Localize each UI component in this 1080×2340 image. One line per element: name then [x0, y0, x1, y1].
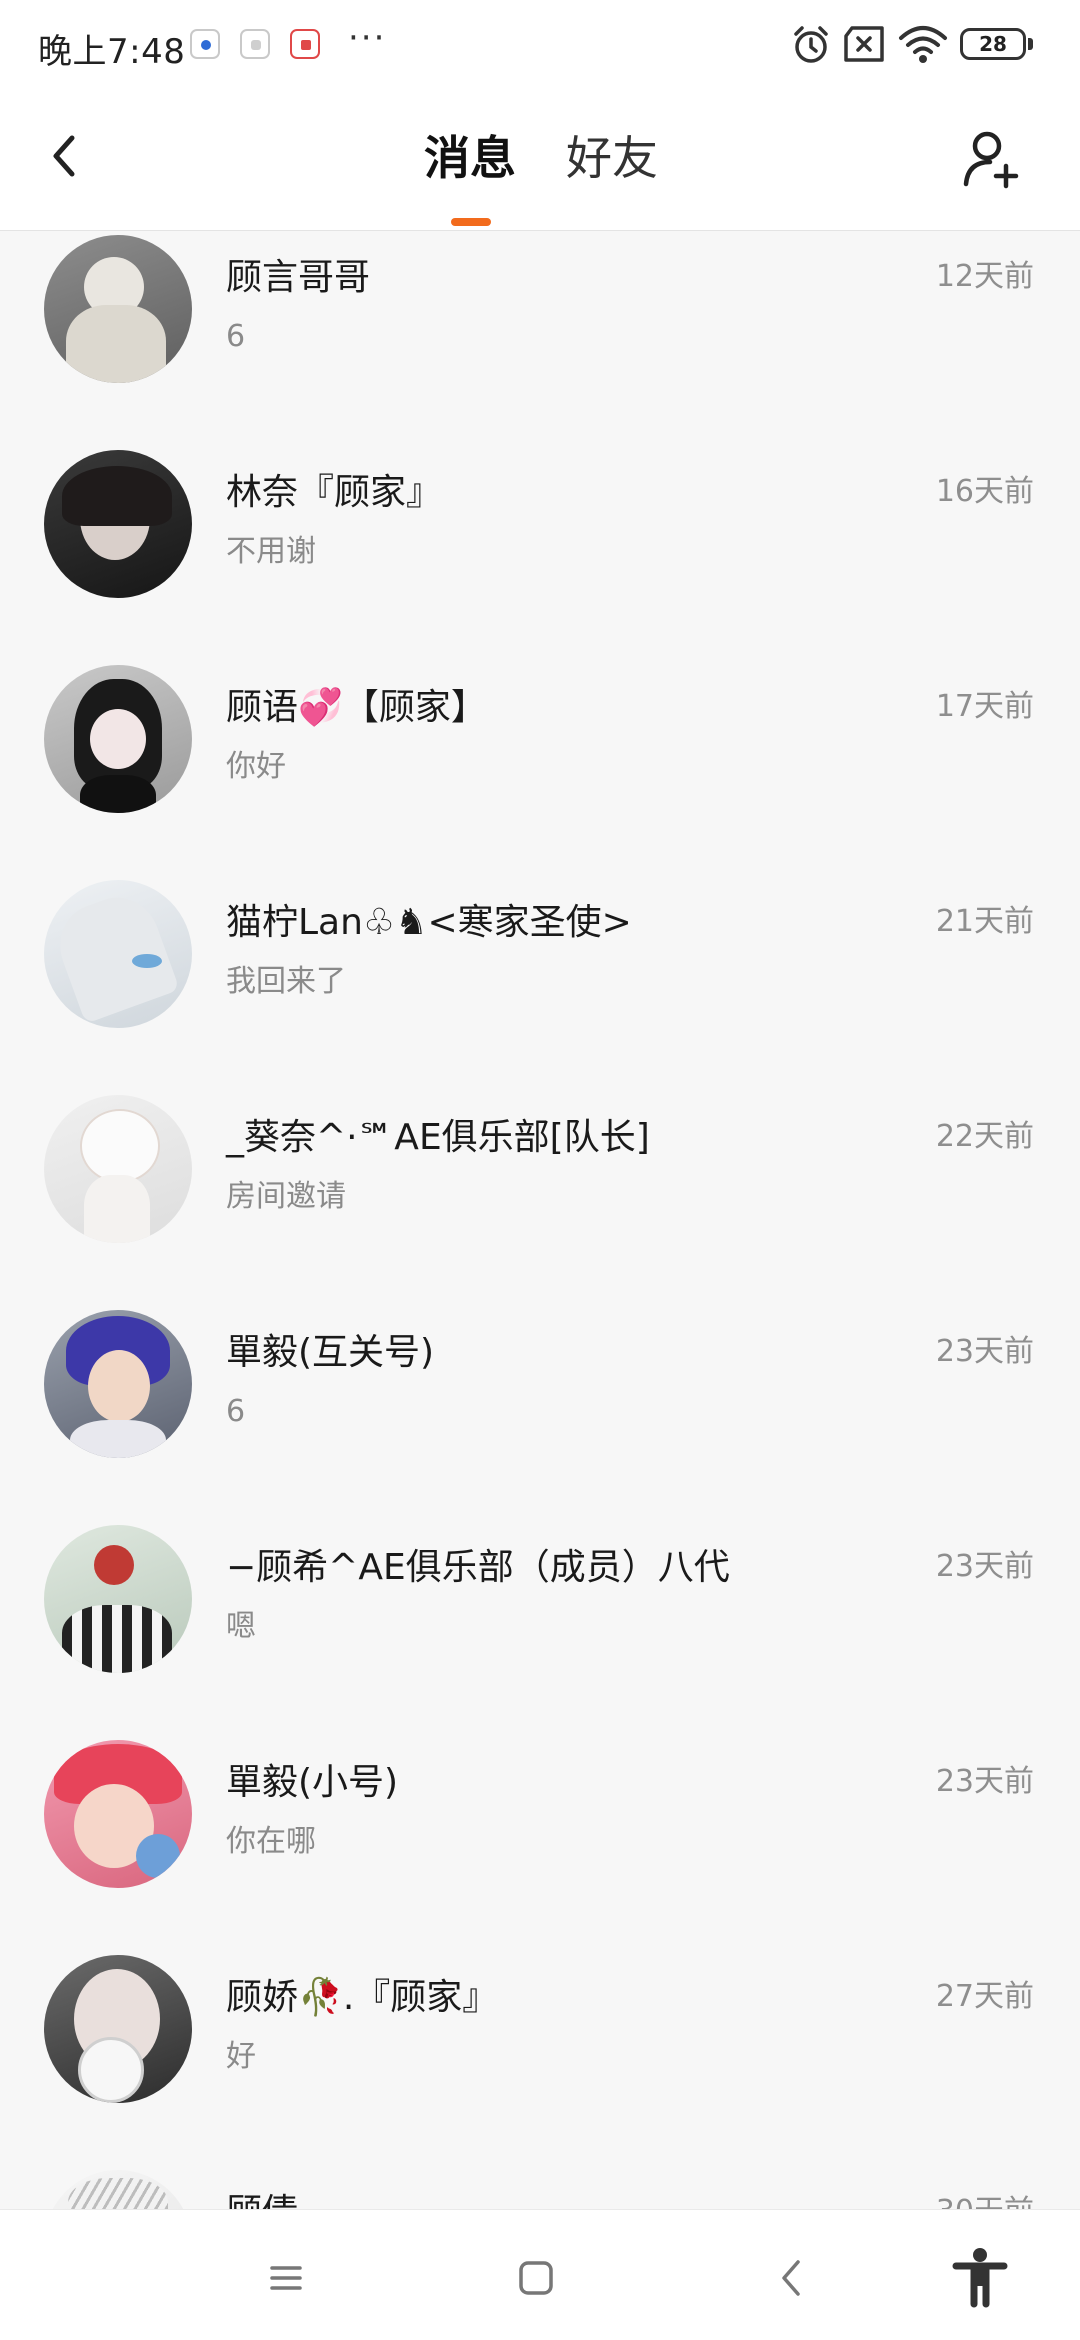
message-time: 23天前 [935, 1549, 1034, 1584]
back-icon[interactable] [764, 2250, 820, 2306]
conversation-item[interactable]: 單毅(互关号) 6 23天前 [0, 1280, 1080, 1495]
system-navigation-bar [0, 2209, 1080, 2340]
back-button[interactable] [36, 126, 96, 186]
accessibility-icon[interactable] [950, 2246, 1010, 2310]
avatar[interactable] [44, 880, 192, 1028]
message-time: 27天前 [935, 1979, 1034, 2014]
last-message: 房间邀请 [226, 1179, 346, 1214]
avatar[interactable] [44, 1310, 192, 1458]
more-notifications-indicator: ··· [348, 18, 387, 58]
message-time: 30天前 [936, 2192, 1034, 2209]
contact-name: −顾希^AE俱乐部（成员）八代 [226, 1547, 730, 1588]
tab-friends[interactable]: 好友 [566, 128, 658, 188]
message-time: 21天前 [935, 904, 1034, 939]
conversation-item[interactable]: 顾娇🥀.『顾家』 好 27天前 [0, 1925, 1080, 2140]
conversation-item[interactable]: 單毅(小号) 你在哪 23天前 [0, 1710, 1080, 1925]
no-sim-icon [844, 26, 884, 62]
conversation-list[interactable]: 顾言哥哥 6 12天前 林奈『顾家』 不用谢 16天前 顾语� [0, 231, 1080, 2209]
conversation-item[interactable]: −顾希^AE俱乐部（成员）八代 嗯 23天前 [0, 1495, 1080, 1710]
clipboard-icon [240, 29, 270, 59]
message-time: 22天前 [935, 1119, 1034, 1154]
wifi-icon [899, 26, 947, 63]
alarm-icon [794, 26, 828, 63]
last-message: 6 [226, 319, 246, 354]
battery-icon: 28 [960, 28, 1026, 60]
contact-name: 顾倩 [226, 2190, 298, 2209]
status-time: 晚上7:48 [38, 32, 186, 72]
avatar[interactable] [44, 665, 192, 813]
avatar[interactable] [44, 235, 192, 383]
avatar[interactable] [44, 1095, 192, 1243]
message-time: 17天前 [935, 689, 1034, 724]
avatar[interactable] [44, 1740, 192, 1888]
contact-name: 顾语💞【顾家】 [226, 687, 487, 728]
contact-name: 林奈『顾家』 [226, 472, 443, 513]
messages-screen: 晚上7:48 ··· 28 消息 好友 顾言哥哥 6 12天前 林奈『顾家』 不… [0, 0, 1080, 2340]
contact-name: 單毅(互关号) [226, 1332, 435, 1373]
active-tab-indicator [451, 218, 491, 226]
message-time: 16天前 [935, 474, 1034, 509]
tab-messages[interactable]: 消息 [424, 128, 516, 188]
last-message: 我回来了 [226, 964, 346, 999]
home-icon[interactable] [508, 2250, 564, 2306]
conversation-item[interactable]: 顾语💞【顾家】 你好 17天前 [0, 635, 1080, 850]
conversation-item[interactable]: 顾言哥哥 6 12天前 [0, 231, 1080, 420]
last-message: 你在哪 [226, 1824, 316, 1859]
app-notification-icon [190, 29, 220, 59]
conversation-item[interactable]: 顾倩 30天前 [0, 2140, 1080, 2209]
contact-name: 顾娇🥀.『顾家』 [226, 1977, 499, 2018]
last-message: 你好 [226, 749, 286, 784]
message-time: 12天前 [935, 259, 1034, 294]
last-message: 好 [226, 2039, 256, 2074]
header: 消息 好友 [0, 90, 1080, 231]
avatar[interactable] [44, 1955, 192, 2103]
menu-icon[interactable] [258, 2250, 314, 2306]
avatar[interactable] [44, 1525, 192, 1673]
calendar-notification-icon [290, 29, 320, 59]
conversation-item[interactable]: _葵奈^·℠AE俱乐部[队长] 房间邀请 22天前 [0, 1065, 1080, 1280]
last-message: 嗯 [226, 1609, 256, 1644]
contact-name: 顾言哥哥 [226, 257, 371, 298]
message-time: 23天前 [935, 1764, 1034, 1799]
contact-name: 猫柠Lan♧♞<寒家圣使> [226, 902, 632, 943]
message-time: 23天前 [935, 1334, 1034, 1369]
avatar[interactable] [44, 2170, 192, 2209]
contact-name: 單毅(小号) [226, 1762, 399, 1803]
contact-name: _葵奈^·℠AE俱乐部[队长] [226, 1117, 650, 1158]
battery-tip [1028, 38, 1033, 50]
conversation-item[interactable]: 猫柠Lan♧♞<寒家圣使> 我回来了 21天前 [0, 850, 1080, 1065]
last-message: 6 [226, 1394, 246, 1429]
status-bar: 晚上7:48 ··· 28 [0, 0, 1080, 90]
add-friend-button[interactable] [960, 128, 1024, 192]
last-message: 不用谢 [226, 534, 316, 569]
conversation-item[interactable]: 林奈『顾家』 不用谢 16天前 [0, 420, 1080, 635]
avatar[interactable] [44, 450, 192, 598]
